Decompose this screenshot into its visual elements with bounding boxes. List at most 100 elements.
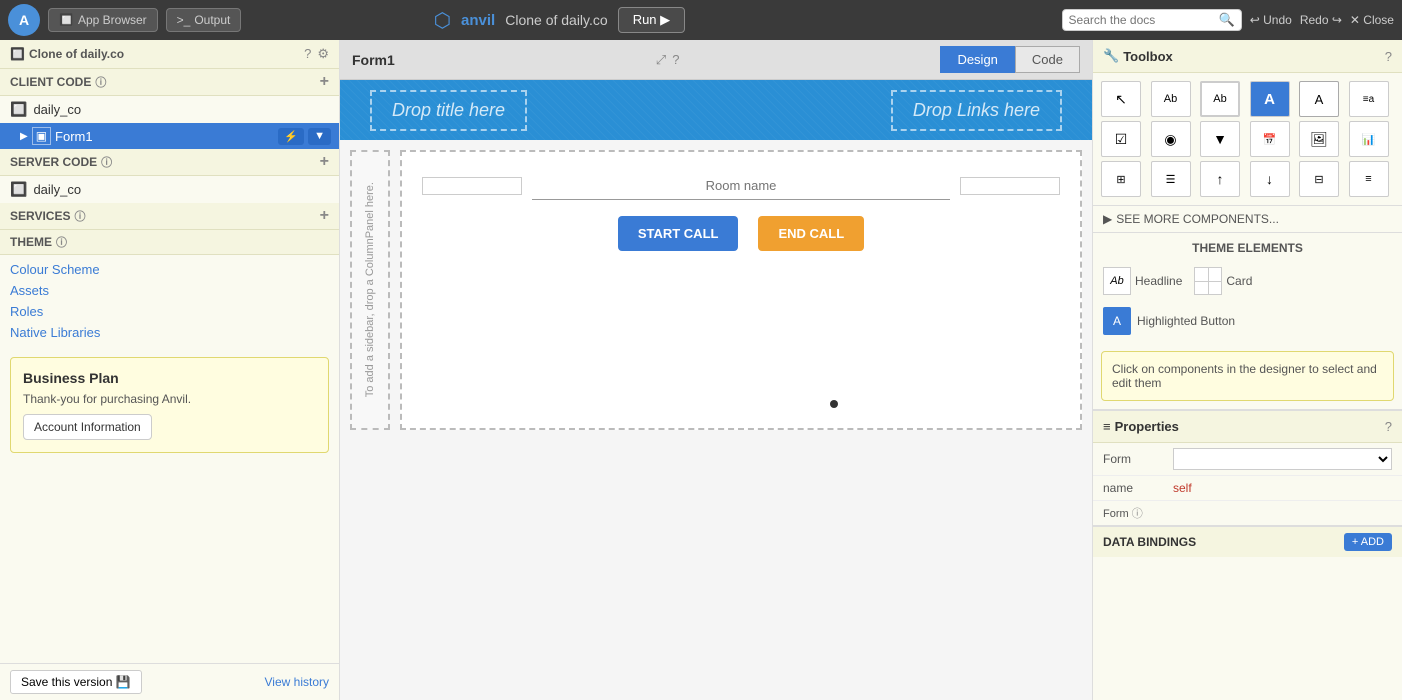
theme-elements-title: THEME ELEMENTS	[1103, 241, 1392, 255]
tool-text-block[interactable]: Ab	[1200, 81, 1240, 117]
card-icon	[1194, 267, 1222, 295]
tool-chart[interactable]: 📊	[1349, 121, 1389, 157]
tool-checkbox[interactable]: ☑	[1101, 121, 1141, 157]
tool-label[interactable]: A	[1299, 81, 1339, 117]
services-label: SERVICES ⓘ	[10, 208, 85, 224]
form1-item[interactable]: ▶ ▣ Form1 ⚡ ▼	[0, 123, 339, 149]
tool-data-grid[interactable]: ⊞	[1101, 161, 1141, 197]
app-browser-icon: 🔲	[59, 13, 74, 27]
properties-help-icon[interactable]: ?	[1385, 419, 1392, 434]
tool-dropdown[interactable]: ▼	[1200, 121, 1240, 157]
add-client-code-btn[interactable]: +	[320, 73, 329, 91]
save-version-btn[interactable]: Save this version 💾	[10, 670, 142, 694]
tool-heading[interactable]: A	[1250, 81, 1290, 117]
empty-canvas	[340, 440, 1092, 700]
client-code-help-icon[interactable]: ⓘ	[95, 74, 106, 90]
tab-code[interactable]: Code	[1015, 46, 1080, 73]
wrench-icon: 🔧	[1103, 48, 1119, 64]
search-input[interactable]	[1069, 13, 1219, 27]
prop-form-select[interactable]	[1173, 448, 1392, 470]
run-btn[interactable]: Run ▶	[618, 7, 685, 33]
business-plan-text: Thank-you for purchasing Anvil.	[23, 392, 316, 406]
tool-upload[interactable]: ↑	[1200, 161, 1240, 197]
canvas-help-icon[interactable]: ?	[672, 52, 679, 67]
server-code-section: SERVER CODE ⓘ +	[0, 149, 339, 176]
tool-form[interactable]: ↓	[1250, 161, 1290, 197]
prop-name-value: self	[1173, 481, 1192, 495]
close-btn[interactable]: ✕ Close	[1350, 13, 1394, 27]
sidebar-project-title: 🔲 Clone of daily.co	[10, 47, 124, 61]
tool-columns[interactable]: ⊟	[1299, 161, 1339, 197]
redo-btn[interactable]: Redo ↪	[1300, 13, 1342, 27]
assets-link[interactable]: Assets	[10, 280, 329, 301]
anvil-brand: anvil	[461, 12, 495, 29]
headline-icon: Ab	[1103, 267, 1131, 295]
account-info-btn[interactable]: Account Information	[23, 414, 152, 440]
toolbox-help-icon[interactable]: ?	[1385, 49, 1392, 64]
canvas-topbar: Form1 ⤢ ? Design Code	[340, 40, 1092, 80]
canvas-content: Drop title here Drop Links here To add a…	[340, 80, 1092, 700]
see-more-btn[interactable]: ▶ SEE MORE COMPONENTS...	[1093, 205, 1402, 233]
form-flash-btn[interactable]: ⚡	[278, 128, 304, 145]
colour-scheme-link[interactable]: Colour Scheme	[10, 259, 329, 280]
sidebar-drop-panel[interactable]: To add a sidebar, drop a ColumnPanel her…	[350, 150, 390, 430]
theme-card-item[interactable]: Card	[1194, 267, 1252, 295]
tool-flow[interactable]: ≡	[1349, 161, 1389, 197]
end-call-btn[interactable]: END CALL	[758, 216, 864, 251]
add-binding-btn[interactable]: + ADD	[1344, 533, 1392, 551]
theme-headline-item[interactable]: Ab Headline	[1103, 267, 1182, 295]
app-logo[interactable]: A	[8, 4, 40, 36]
start-call-btn[interactable]: START CALL	[618, 216, 739, 251]
tool-text-inline[interactable]: Ab	[1151, 81, 1191, 117]
add-server-code-btn[interactable]: +	[320, 153, 329, 171]
prop-form-hint-icon[interactable]: ⓘ	[1132, 508, 1143, 520]
drop-header[interactable]: Drop title here Drop Links here	[340, 80, 1092, 140]
native-libraries-link[interactable]: Native Libraries	[10, 322, 329, 343]
room-input-right[interactable]	[960, 177, 1060, 195]
view-history-link[interactable]: View history	[265, 675, 329, 689]
highlight-btn-item[interactable]: A Highlighted Button	[1103, 307, 1392, 335]
form-main-panel: START CALL END CALL	[400, 150, 1082, 430]
server-code-item[interactable]: 🔲 daily_co	[0, 176, 339, 203]
services-help-icon[interactable]: ⓘ	[74, 208, 85, 224]
redo-icon: ↪	[1332, 13, 1342, 27]
tool-cursor[interactable]: ↖	[1101, 81, 1141, 117]
theme-label: THEME ⓘ	[10, 234, 67, 250]
tool-radio[interactable]: ◉	[1151, 121, 1191, 157]
call-buttons: START CALL END CALL	[422, 216, 1060, 251]
save-icon: 💾	[116, 675, 131, 689]
canvas-form-title: Form1	[352, 52, 395, 68]
drop-title-zone[interactable]: Drop title here	[370, 90, 527, 131]
theme-section: THEME ⓘ	[0, 230, 339, 255]
tool-image[interactable]: 🖼	[1299, 121, 1339, 157]
tab-design[interactable]: Design	[940, 46, 1014, 73]
room-name-input[interactable]	[532, 172, 950, 200]
fullscreen-icon[interactable]: ⤢	[656, 52, 666, 68]
server-code-help-icon[interactable]: ⓘ	[101, 154, 112, 170]
undo-icon: ↩	[1250, 13, 1260, 27]
see-more-arrow: ▶	[1103, 212, 1112, 226]
save-bar: Save this version 💾 View history	[0, 663, 339, 700]
tool-grid-text[interactable]: ≡a	[1349, 81, 1389, 117]
output-btn[interactable]: >_ Output	[166, 8, 242, 32]
tool-repeat[interactable]: ☰	[1151, 161, 1191, 197]
search-box[interactable]: 🔍	[1062, 9, 1242, 31]
client-code-item[interactable]: 🔲 daily_co	[0, 96, 339, 123]
canvas-area: Form1 ⤢ ? Design Code Drop title here	[340, 40, 1092, 700]
room-input-left[interactable]	[422, 177, 522, 195]
form-body: To add a sidebar, drop a ColumnPanel her…	[340, 140, 1092, 440]
business-plan-title: Business Plan	[23, 370, 316, 386]
tool-date[interactable]: 📅	[1250, 121, 1290, 157]
add-service-btn[interactable]: +	[320, 207, 329, 225]
drop-links-zone[interactable]: Drop Links here	[891, 90, 1062, 131]
search-icon: 🔍	[1219, 12, 1235, 28]
form-menu-btn[interactable]: ▼	[308, 128, 331, 145]
left-sidebar: 🔲 Clone of daily.co ? ⚙ CLIENT CODE ⓘ + …	[0, 40, 340, 700]
roles-link[interactable]: Roles	[10, 301, 329, 322]
settings-icon[interactable]: ⚙	[317, 46, 329, 62]
help-icon[interactable]: ?	[304, 46, 311, 62]
theme-help-icon[interactable]: ⓘ	[56, 234, 67, 250]
app-browser-btn[interactable]: 🔲 App Browser	[48, 8, 158, 32]
undo-btn[interactable]: ↩ Undo	[1250, 13, 1292, 27]
anvil-logo-icon: ⬡	[434, 8, 451, 33]
